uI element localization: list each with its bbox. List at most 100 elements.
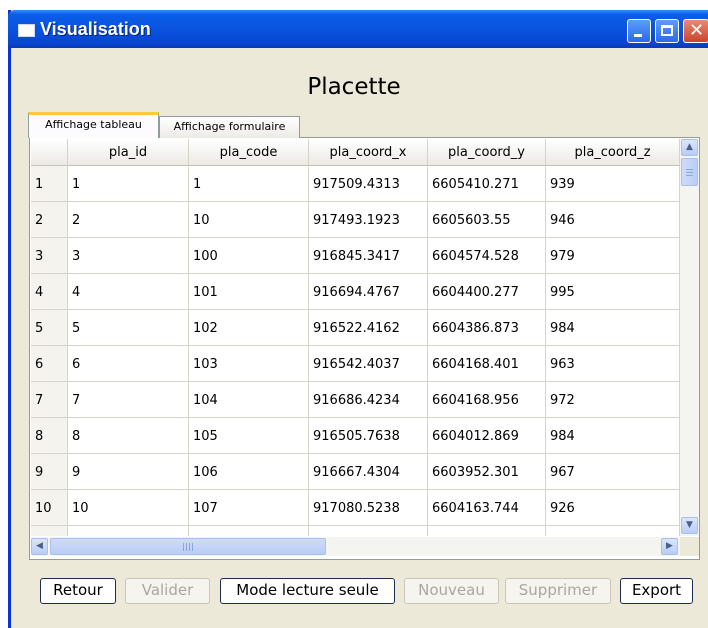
table-row[interactable]: 7 7 104 916686.4234 6604168.956 972	[31, 382, 680, 418]
table-cell[interactable]: 102	[189, 310, 309, 346]
table-cell[interactable]: 1	[68, 166, 189, 202]
table-cell[interactable]: 6604012.869	[428, 418, 546, 454]
column-header-pla-id[interactable]: pla_id	[68, 139, 189, 166]
table-cell[interactable]: 6604386.873	[428, 310, 546, 346]
table-cell[interactable]: 916686.4234	[309, 382, 428, 418]
row-number[interactable]: 5	[31, 310, 68, 346]
table-cell[interactable]: 10	[68, 490, 189, 526]
table-cell[interactable]: 106	[189, 454, 309, 490]
vertical-scroll-thumb[interactable]	[681, 158, 698, 186]
table-cell[interactable]: 916522.4162	[309, 310, 428, 346]
tab-affichage-formulaire[interactable]: Affichage formulaire	[159, 116, 300, 138]
horizontal-scroll-thumb[interactable]	[50, 538, 326, 555]
mode-lecture-seule-button[interactable]: Mode lecture seule	[220, 578, 395, 604]
tab-affichage-tableau[interactable]: Affichage tableau	[28, 112, 159, 138]
column-header-pla-coord-z[interactable]: pla_coord_z	[546, 139, 680, 166]
table-cell[interactable]: 9	[68, 454, 189, 490]
close-button[interactable]: ✕	[683, 19, 708, 43]
row-number[interactable]: 7	[31, 382, 68, 418]
table-cell[interactable]: 6603952.301	[428, 454, 546, 490]
table-cell[interactable]: 946	[546, 202, 680, 238]
table-cell[interactable]: 10	[189, 202, 309, 238]
row-number[interactable]: 6	[31, 346, 68, 382]
table-cell[interactable]: 916542.4037	[309, 346, 428, 382]
table-cell[interactable]: 104	[189, 382, 309, 418]
scroll-up-button[interactable]: ▲	[681, 139, 698, 156]
table-cell[interactable]: 916505.7638	[309, 418, 428, 454]
table-cell[interactable]: 984	[546, 310, 680, 346]
table-row[interactable]: 10 10 107 917080.5238 6604163.744 926	[31, 490, 680, 526]
row-number[interactable]: 8	[31, 418, 68, 454]
table-corner[interactable]	[31, 139, 68, 166]
column-header-pla-coord-x[interactable]: pla_coord_x	[309, 139, 428, 166]
table-cell[interactable]: 979	[546, 238, 680, 274]
title-bar[interactable]: Visualisation ✕	[8, 10, 708, 48]
table-cell[interactable]: 967	[546, 454, 680, 490]
horizontal-scrollbar[interactable]: ◀ ▶	[31, 537, 680, 556]
table-row[interactable]: 9 9 106 916667.4304 6603952.301 967	[31, 454, 680, 490]
table-cell[interactable]: 6	[68, 346, 189, 382]
table-cell	[428, 526, 546, 536]
table-cell[interactable]: 916667.4304	[309, 454, 428, 490]
close-icon: ✕	[689, 20, 705, 41]
row-number[interactable]: 2	[31, 202, 68, 238]
table-cell[interactable]: 101	[189, 274, 309, 310]
table-cell[interactable]: 6604574.528	[428, 238, 546, 274]
table-cell[interactable]: 6605603.55	[428, 202, 546, 238]
minimize-icon	[634, 34, 642, 37]
table-cell[interactable]: 6604168.401	[428, 346, 546, 382]
table-cell[interactable]: 916845.3417	[309, 238, 428, 274]
table-cell[interactable]: 917493.1923	[309, 202, 428, 238]
table-row[interactable]: 3 3 100 916845.3417 6604574.528 979	[31, 238, 680, 274]
table-cell[interactable]: 926	[546, 490, 680, 526]
vertical-scrollbar[interactable]: ▲ ▼	[680, 139, 699, 536]
table-cell[interactable]: 984	[546, 418, 680, 454]
supprimer-button[interactable]: Supprimer	[505, 578, 611, 604]
table-cell[interactable]: 3	[68, 238, 189, 274]
maximize-button[interactable]	[655, 19, 679, 43]
row-number[interactable]: 1	[31, 166, 68, 202]
table-cell[interactable]: 972	[546, 382, 680, 418]
row-number[interactable]: 10	[31, 490, 68, 526]
table-cell[interactable]: 995	[546, 274, 680, 310]
row-number[interactable]: 9	[31, 454, 68, 490]
table-cell	[189, 526, 309, 536]
table-cell[interactable]: 6604400.277	[428, 274, 546, 310]
scroll-right-button[interactable]: ▶	[661, 538, 678, 555]
valider-button[interactable]: Valider	[125, 578, 210, 604]
table-cell[interactable]: 1	[189, 166, 309, 202]
scroll-left-button[interactable]: ◀	[31, 538, 48, 555]
table-cell[interactable]: 963	[546, 346, 680, 382]
minimize-button[interactable]	[627, 19, 651, 43]
scroll-down-button[interactable]: ▼	[681, 517, 698, 534]
table-row[interactable]: 4 4 101 916694.4767 6604400.277 995	[31, 274, 680, 310]
table-cell[interactable]: 8	[68, 418, 189, 454]
table-cell[interactable]: 2	[68, 202, 189, 238]
table-cell[interactable]: 6605410.271	[428, 166, 546, 202]
column-header-pla-coord-y[interactable]: pla_coord_y	[428, 139, 546, 166]
table-cell[interactable]: 107	[189, 490, 309, 526]
table-cell[interactable]: 917080.5238	[309, 490, 428, 526]
table-cell[interactable]: 6604168.956	[428, 382, 546, 418]
table-row[interactable]: 6 6 103 916542.4037 6604168.401 963	[31, 346, 680, 382]
table-cell[interactable]: 4	[68, 274, 189, 310]
table-row[interactable]: 2 2 10 917493.1923 6605603.55 946	[31, 202, 680, 238]
row-number[interactable]: 3	[31, 238, 68, 274]
table-row[interactable]: 5 5 102 916522.4162 6604386.873 984	[31, 310, 680, 346]
table-row[interactable]: 8 8 105 916505.7638 6604012.869 984	[31, 418, 680, 454]
retour-button[interactable]: Retour	[40, 578, 116, 604]
table-cell[interactable]: 939	[546, 166, 680, 202]
nouveau-button[interactable]: Nouveau	[404, 578, 499, 604]
table-cell[interactable]: 6604163.744	[428, 490, 546, 526]
table-cell[interactable]: 105	[189, 418, 309, 454]
table-cell[interactable]: 103	[189, 346, 309, 382]
table-row[interactable]: 1 1 1 917509.4313 6605410.271 939	[31, 166, 680, 202]
table-cell[interactable]: 7	[68, 382, 189, 418]
export-button[interactable]: Export	[620, 578, 693, 604]
table-cell[interactable]: 917509.4313	[309, 166, 428, 202]
table-cell[interactable]: 916694.4767	[309, 274, 428, 310]
row-number[interactable]: 4	[31, 274, 68, 310]
table-cell[interactable]: 5	[68, 310, 189, 346]
column-header-pla-code[interactable]: pla_code	[189, 139, 309, 166]
table-cell[interactable]: 100	[189, 238, 309, 274]
